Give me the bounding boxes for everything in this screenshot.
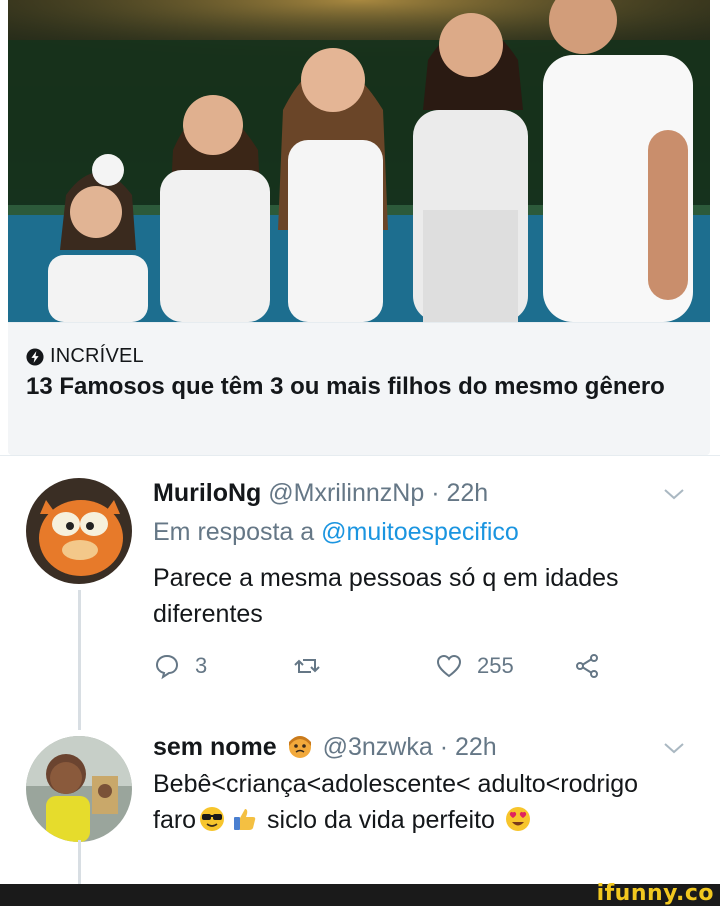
- tweet-header: sem nome @3nzwka · 22h: [153, 732, 497, 762]
- like-count: 255: [477, 653, 514, 678]
- tweet-author-handle[interactable]: @MxrilinnzNp: [268, 479, 424, 507]
- card-title[interactable]: 13 Famosos que têm 3 ou mais filhos do m…: [26, 371, 686, 403]
- like-button[interactable]: 255: [435, 652, 514, 680]
- retweet-icon: [294, 659, 320, 673]
- tweet-author-name[interactable]: sem nome: [153, 733, 277, 761]
- card-source: INCRÍVEL: [26, 345, 144, 368]
- heart-icon: [436, 654, 462, 678]
- pouting-emoji-icon: [288, 736, 311, 758]
- divider: [0, 455, 720, 456]
- retweet-button[interactable]: [293, 652, 335, 680]
- share-button[interactable]: [573, 652, 601, 680]
- tweet-text: Bebê<criança<adolescente< adulto<rodrigo…: [153, 766, 653, 838]
- reply-icon: [155, 654, 179, 680]
- card-source-name: INCRÍVEL: [50, 345, 144, 367]
- sunglasses-emoji-icon: [200, 807, 225, 831]
- tweet-time: · 22h: [439, 733, 497, 761]
- reply-to: Em resposta a @muitoespecifico: [153, 518, 519, 547]
- thumbs-up-emoji-icon: [234, 809, 256, 830]
- footer-bar: ifunny.co: [0, 881, 720, 906]
- reply-button[interactable]: 3: [153, 652, 207, 680]
- tweet-text-part2: siclo da vida perfeito: [267, 806, 495, 834]
- share-icon: [576, 654, 598, 678]
- tweet-author-name[interactable]: MuriloNg: [153, 479, 261, 507]
- watermark: ifunny.co: [596, 881, 714, 906]
- heart-eyes-emoji-icon: [505, 807, 530, 831]
- chevron-down-icon[interactable]: [662, 486, 686, 502]
- tweet-actions: 3 255: [153, 652, 613, 692]
- card-photo: [8, 0, 710, 322]
- reply-to-prefix: Em resposta a: [153, 518, 315, 546]
- card-meta: INCRÍVEL 13 Famosos que têm 3 ou mais fi…: [8, 322, 710, 455]
- tweet-header: MuriloNg @MxrilinnzNp · 22h: [153, 478, 488, 508]
- tweet-author-handle[interactable]: @3nzwka: [323, 733, 433, 761]
- chevron-down-icon[interactable]: [662, 740, 686, 756]
- tweet-time: · 22h: [431, 479, 489, 507]
- thread-line: [78, 590, 81, 730]
- child-photo-avatar-icon: [26, 736, 132, 842]
- garfield-avatar-icon: [26, 478, 132, 584]
- avatar[interactable]: [26, 736, 132, 842]
- link-card[interactable]: INCRÍVEL 13 Famosos que têm 3 ou mais fi…: [8, 0, 710, 455]
- tweet-text: Parece a mesma pessoas só q em idades di…: [153, 564, 619, 628]
- family-photo-illustration: [8, 0, 710, 322]
- reply-to-mention[interactable]: @muitoespecifico: [321, 518, 519, 546]
- thread-line: [78, 840, 81, 890]
- lightning-icon: [26, 347, 44, 366]
- reply-count: 3: [195, 653, 208, 678]
- avatar[interactable]: [26, 478, 132, 584]
